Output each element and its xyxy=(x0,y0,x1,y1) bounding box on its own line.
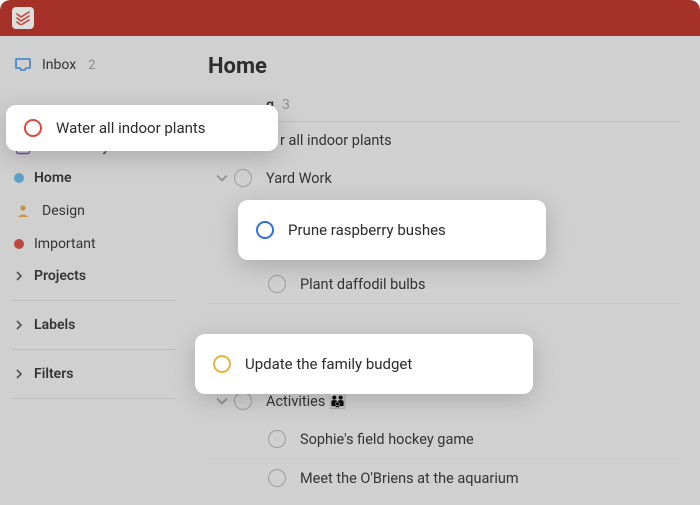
sidebar-project-label: Design xyxy=(42,203,85,219)
sidebar-group-filters[interactable]: Filters xyxy=(0,358,188,390)
task-checkbox[interactable] xyxy=(268,430,286,448)
task-label: Yard Work xyxy=(266,170,332,187)
task-row[interactable]: r all indoor plants xyxy=(208,122,680,159)
sidebar-project-home[interactable]: Home xyxy=(0,162,188,194)
sidebar-group-labels[interactable]: Labels xyxy=(0,309,188,341)
project-dot xyxy=(14,239,24,249)
sidebar-project-label: Home xyxy=(34,170,72,186)
highlight-card[interactable]: Water all indoor plants xyxy=(6,105,278,151)
sidebar-inbox-count: 2 xyxy=(88,58,95,73)
task-label: Meet the O'Briens at the aquarium xyxy=(300,470,519,487)
task-label-fragment: r all indoor plants xyxy=(280,132,392,149)
chevron-right-icon xyxy=(14,320,24,330)
task-row-parent[interactable]: Yard Work xyxy=(208,159,680,197)
task-checkbox[interactable] xyxy=(234,392,252,410)
section-count: 3 xyxy=(282,97,290,113)
app-window: Inbox 2 Next 7 Days 8 Home xyxy=(0,0,700,505)
sidebar-group-label: Labels xyxy=(34,317,75,333)
task-row[interactable]: Plant daffodil bulbs xyxy=(208,265,680,304)
chevron-down-icon[interactable] xyxy=(216,172,228,184)
task-checkbox[interactable] xyxy=(268,275,286,293)
task-checkbox[interactable] xyxy=(268,469,286,487)
task-label: Sophie's field hockey game xyxy=(300,431,474,448)
person-icon xyxy=(14,202,32,220)
task-checkbox[interactable] xyxy=(234,169,252,187)
section-header[interactable]: g 3 xyxy=(208,93,680,117)
sidebar-group-label: Projects xyxy=(34,268,86,284)
highlight-card[interactable]: Prune raspberry bushes xyxy=(238,200,546,260)
project-dot xyxy=(14,173,24,183)
priority-circle-icon[interactable] xyxy=(24,119,42,137)
sidebar-inbox[interactable]: Inbox 2 xyxy=(0,50,188,80)
page-title: Home xyxy=(208,54,680,79)
sidebar-group-projects[interactable]: Projects xyxy=(0,260,188,292)
highlight-label: Water all indoor plants xyxy=(56,119,206,137)
task-label: Plant daffodil bulbs xyxy=(300,276,425,293)
sidebar-project-important[interactable]: Important xyxy=(0,228,188,260)
chevron-down-icon[interactable] xyxy=(216,395,228,407)
app-logo[interactable] xyxy=(12,7,34,29)
priority-circle-icon[interactable] xyxy=(213,355,231,373)
chevron-right-icon xyxy=(14,369,24,379)
sidebar-group-label: Filters xyxy=(34,366,73,382)
task-label: Activities 👪 xyxy=(266,393,347,410)
topbar xyxy=(0,0,700,36)
chevron-right-icon xyxy=(14,271,24,281)
highlight-card[interactable]: Update the family budget xyxy=(195,334,533,394)
priority-circle-icon[interactable] xyxy=(256,221,274,239)
sidebar-inbox-label: Inbox xyxy=(42,57,76,73)
task-row[interactable]: Sophie's field hockey game xyxy=(208,420,680,459)
todoist-icon xyxy=(16,11,30,25)
inbox-icon xyxy=(14,56,32,74)
highlight-label: Update the family budget xyxy=(245,355,412,373)
sidebar-project-label: Important xyxy=(34,236,96,252)
task-row[interactable]: Meet the O'Briens at the aquarium xyxy=(208,459,680,497)
sidebar-project-design[interactable]: Design xyxy=(0,194,188,228)
highlight-label: Prune raspberry bushes xyxy=(288,221,446,239)
